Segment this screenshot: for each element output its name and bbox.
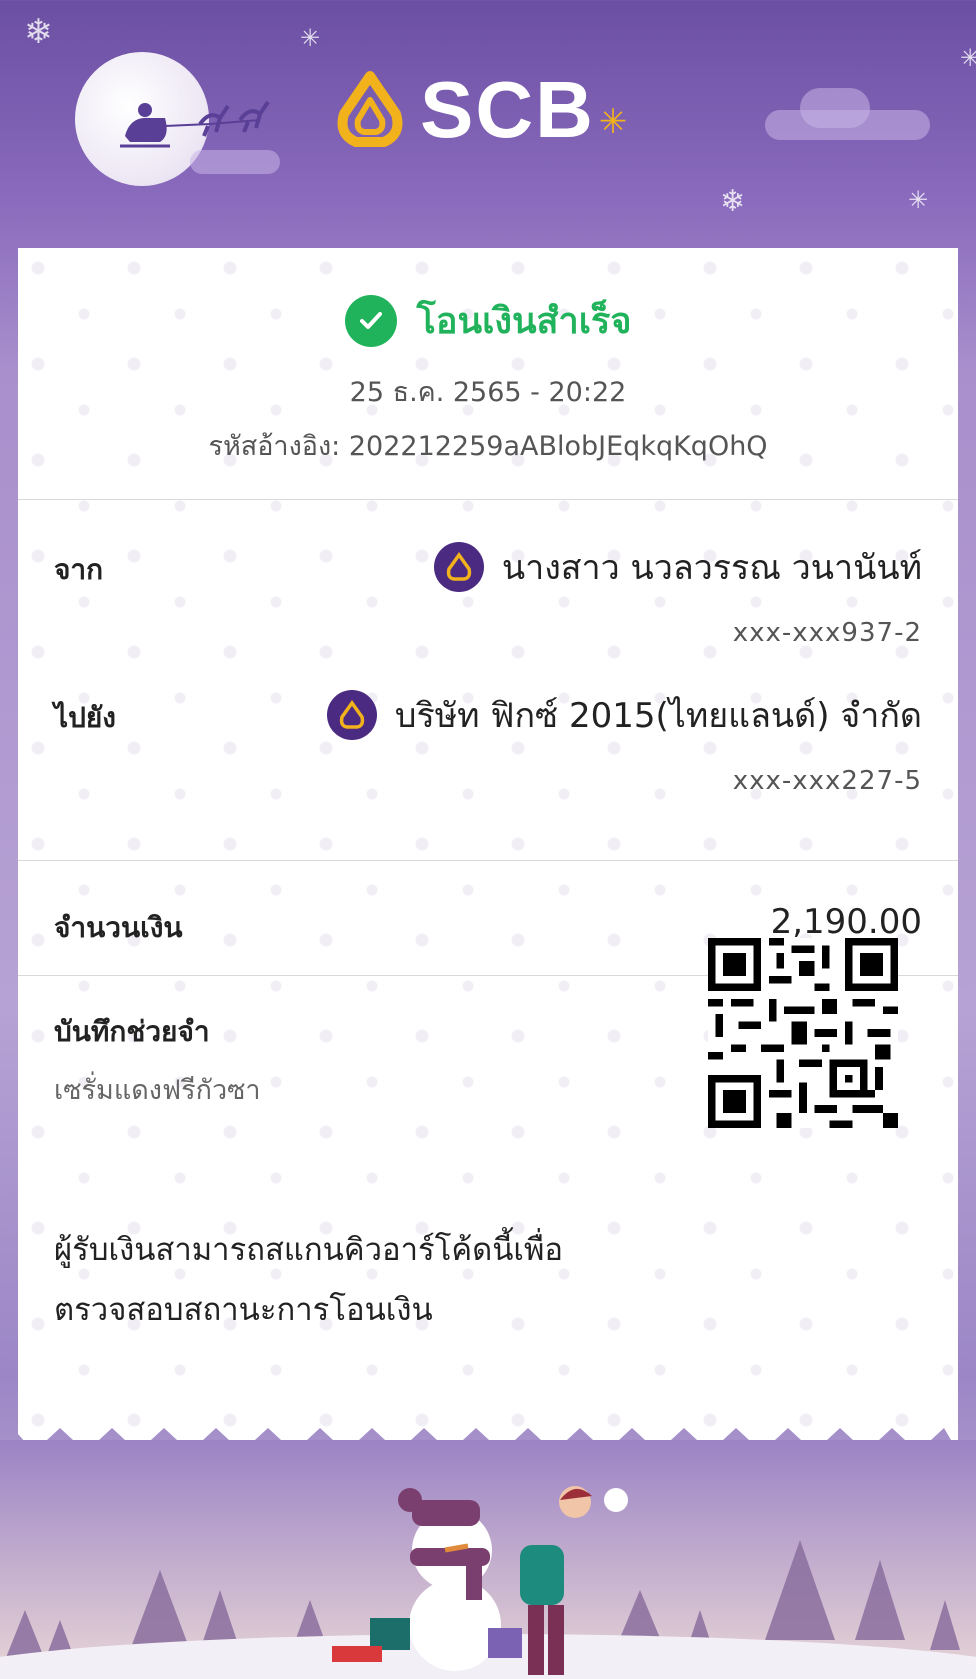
reference-number: รหัสอ้างอิง: 202212259aABlobJEqkqKqOhQ: [208, 431, 768, 462]
scb-bank-icon: [326, 690, 377, 740]
snowflake-icon: ❄: [720, 184, 746, 219]
amount-value: 2,190.00: [770, 902, 922, 942]
from-label: จาก: [54, 553, 104, 586]
scb-bank-icon: [433, 542, 484, 592]
scb-logo-icon: [337, 71, 403, 147]
qr-instruction: ผู้รับเงินสามารถสแกนคิวอาร์โค้ดนี้เพื่อ …: [54, 1220, 563, 1340]
winter-scene-illustration: [0, 1440, 976, 1679]
sparkle-icon: ✳: [598, 102, 628, 142]
divider: [18, 499, 958, 500]
divider: [18, 860, 958, 861]
qr-instruction-line2: ตรวจสอบสถานะการโอนเงิน: [54, 1292, 433, 1328]
sender-account: xxx-xxx937-2: [732, 618, 922, 648]
snowflake-icon: ✳: [960, 44, 976, 72]
success-header: โอนเงินสำเร็จ: [18, 292, 958, 349]
santa-sleigh-icon: [120, 100, 270, 148]
snowflake-icon: ✳: [300, 24, 321, 52]
receipt-card: โอนเงินสำเร็จ 25 ธ.ค. 2565 - 20:22 รหัสอ…: [18, 248, 958, 1428]
to-party: บริษัท ฟิกซ์ 2015(ไทยแลนด์) จำกัด: [326, 688, 922, 742]
amount-label: จำนวนเงิน: [54, 911, 183, 944]
snowflake-icon: ✳: [908, 186, 929, 214]
header-banner: SCB ✳ ❄ ✳ ❄ ✳ ✳: [0, 0, 976, 248]
memo-label: บันทึกช่วยจำ: [54, 1015, 210, 1048]
receiver-account: xxx-xxx227-5: [732, 766, 922, 796]
verification-qr-code: [708, 938, 898, 1128]
check-icon: [344, 294, 397, 347]
snowflake-icon: ❄: [24, 12, 53, 52]
to-label: ไปยัง: [54, 701, 116, 734]
qr-instruction-line1: ผู้รับเงินสามารถสแกนคิวอาร์โค้ดนี้เพื่อ: [54, 1232, 564, 1268]
logo-text: SCB: [420, 65, 595, 154]
transaction-datetime: 25 ธ.ค. 2565 - 20:22: [349, 377, 627, 408]
success-title: โอนเงินสำเร็จ: [416, 301, 632, 342]
cloud-shape: [800, 88, 870, 128]
memo-value: เซรั่มแดงฟรีกัวซา: [54, 1075, 261, 1106]
cloud-shape: [190, 150, 280, 174]
sender-name: นางสาว นวลวรรณ วนานันท์: [501, 548, 922, 588]
from-party: นางสาว นวลวรรณ วนานันท์: [433, 540, 922, 594]
scb-logo: SCB ✳: [330, 65, 628, 154]
receiver-name: บริษัท ฟิกซ์ 2015(ไทยแลนด์) จำกัด: [394, 696, 922, 736]
